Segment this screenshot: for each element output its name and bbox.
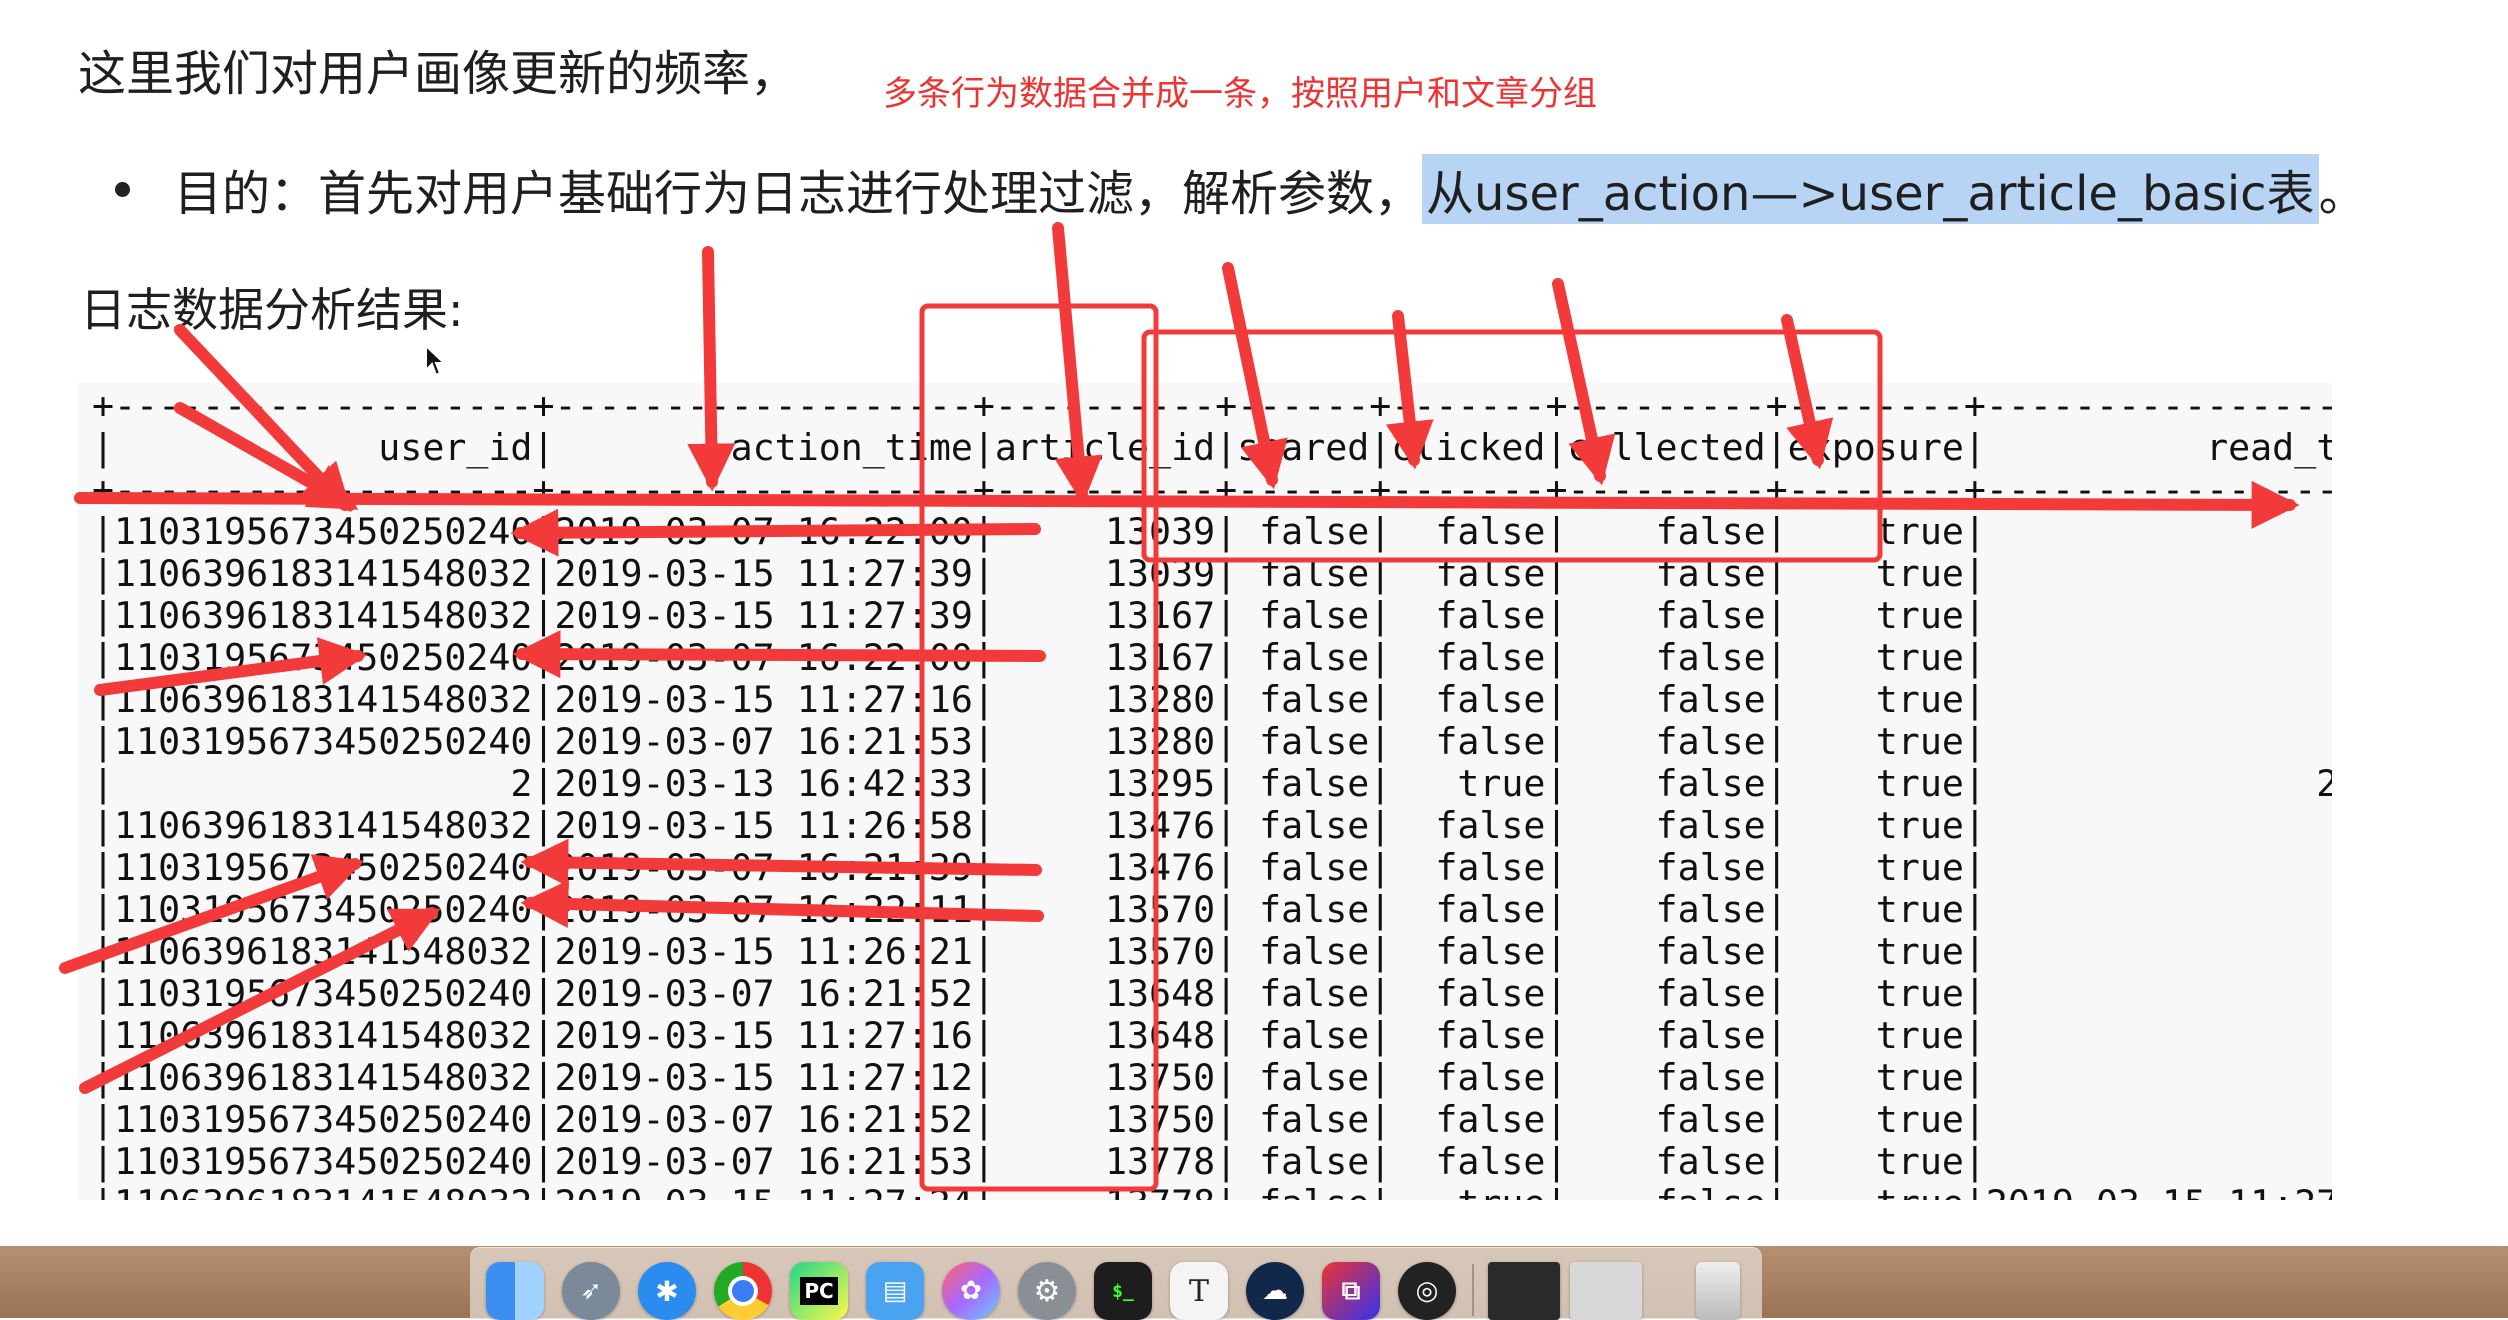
app-icon[interactable]: ✿: [942, 1262, 1000, 1320]
table-row: |1106396183141548032|2019-03-15 11:27:16…: [92, 1014, 2332, 1057]
parallels-icon[interactable]: ⧉: [1322, 1262, 1380, 1320]
table-row: |1106396183141548032|2019-03-15 11:27:39…: [92, 552, 2332, 595]
bullet-dot-icon: [115, 181, 130, 197]
finder-icon[interactable]: [486, 1262, 544, 1320]
window-preview-icon[interactable]: [1488, 1262, 1560, 1320]
table-row: |1106396183141548032|2019-03-15 11:27:24…: [92, 1182, 2332, 1201]
table-row: |1103195673450250240|2019-03-07 16:22:00…: [92, 510, 2332, 553]
trash-icon[interactable]: [1696, 1262, 1740, 1320]
log-heading: 日志数据分析结果:: [80, 283, 464, 337]
annotation-note: 多条行为数据合并成一条，按照用户和文章分组: [883, 74, 1597, 114]
table-header: | user_id| action_time|article_id|shared…: [92, 426, 2332, 469]
app-icon[interactable]: ☁: [1246, 1262, 1304, 1320]
window-preview-icon[interactable]: [1570, 1262, 1642, 1320]
table-row: |1103195673450250240|2019-03-07 16:21:52…: [92, 972, 2332, 1015]
terminal-icon[interactable]: $_: [1094, 1262, 1152, 1320]
obs-icon[interactable]: ◎: [1398, 1262, 1456, 1320]
table-row: |1106396183141548032|2019-03-15 11:27:16…: [92, 678, 2332, 721]
table-row: |1106396183141548032|2019-03-15 11:26:21…: [92, 930, 2332, 973]
dock-separator: [1472, 1264, 1474, 1316]
bullet-text: 目的：首先对用户基础行为日志进行处理过滤，解析参数，: [174, 166, 1423, 222]
system-preferences-icon[interactable]: ⚙: [1018, 1262, 1076, 1320]
table-row: |1103195673450250240|2019-03-07 16:22:00…: [92, 636, 2332, 679]
log-table: +-------------------+-------------------…: [78, 383, 2332, 1200]
table-border-header: +-------------------+-------------------…: [92, 468, 2332, 511]
table-row: |1106396183141548032|2019-03-15 11:27:39…: [92, 594, 2332, 637]
typora-icon[interactable]: T: [1170, 1262, 1228, 1320]
table-row: |1103195673450250240|2019-03-07 16:21:53…: [92, 720, 2332, 763]
highlighted-text: 从user_action—>user_article_basic表: [1422, 154, 2319, 224]
mouse-cursor-icon: [425, 344, 446, 377]
table-row: |1106396183141548032|2019-03-15 11:27:12…: [92, 1056, 2332, 1099]
intro-text: 这里我们对用户画像更新的频率，: [78, 46, 799, 102]
table-border-top: +-------------------+-------------------…: [92, 384, 2332, 427]
dock: ➶ ✱ PC ▤ ✿ ⚙ $_ T ☁ ⧉ ◎: [470, 1247, 1762, 1320]
chrome-icon[interactable]: [714, 1262, 772, 1320]
table-row: |1106396183141548032|2019-03-15 11:26:58…: [92, 804, 2332, 847]
table-row: |1103195673450250240|2019-03-07 16:21:53…: [92, 1140, 2332, 1183]
bullet-suffix: 。: [2318, 166, 2367, 222]
table-row: |1103195673450250240|2019-03-07 16:21:39…: [92, 846, 2332, 889]
table-row: | 2|2019-03-13 16:42:33| 13295| false| t…: [92, 762, 2332, 805]
keynote-icon[interactable]: ▤: [866, 1262, 924, 1320]
pycharm-icon[interactable]: PC: [790, 1262, 848, 1320]
table-row: |1103195673450250240|2019-03-07 16:21:52…: [92, 1098, 2332, 1141]
safari-icon[interactable]: ✱: [638, 1262, 696, 1320]
launchpad-icon[interactable]: ➶: [562, 1262, 620, 1320]
table-row: |1103195673450250240|2019-03-07 16:22:11…: [92, 888, 2332, 931]
bullet-item: 目的：首先对用户基础行为日志进行处理过滤，解析参数， 从user_action—…: [115, 154, 2367, 224]
